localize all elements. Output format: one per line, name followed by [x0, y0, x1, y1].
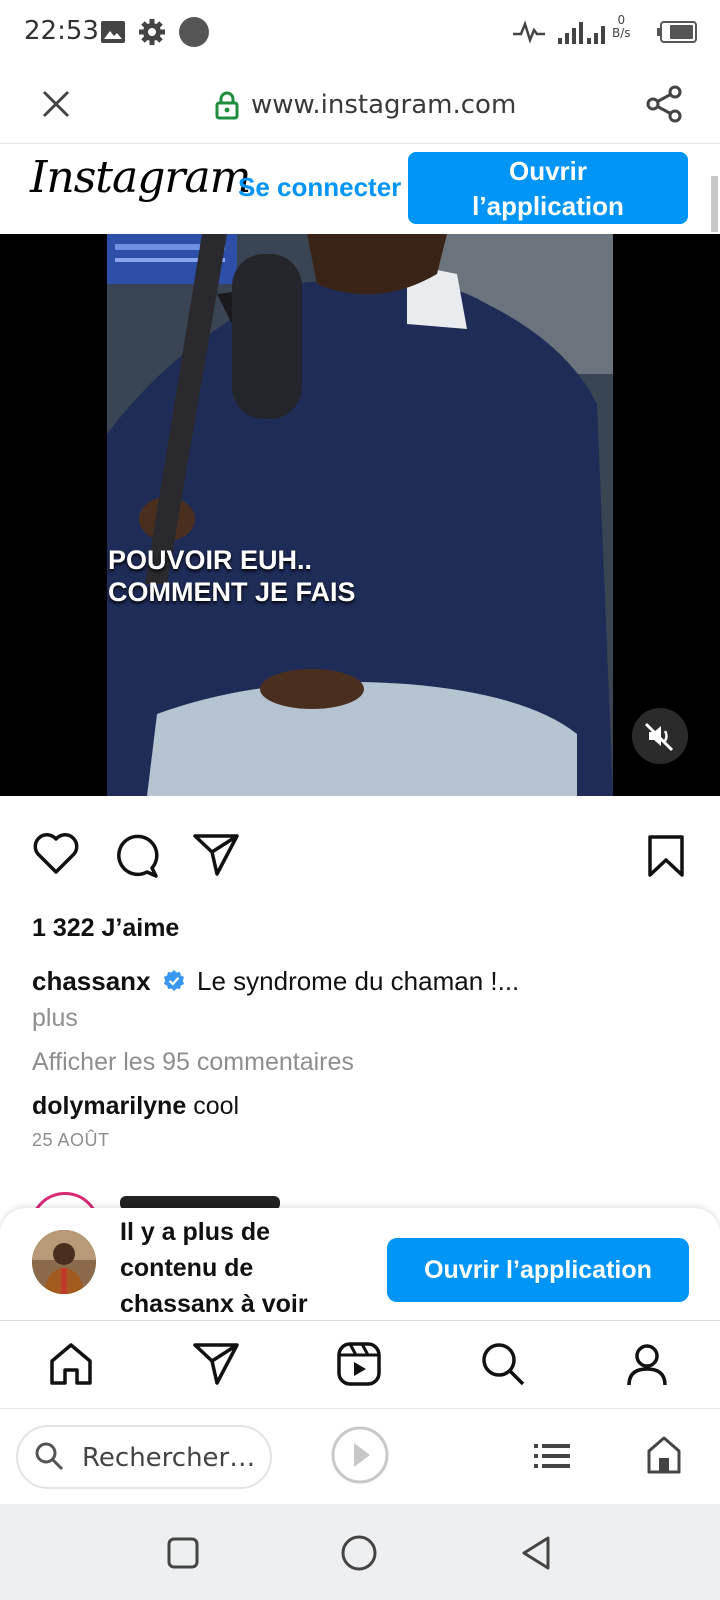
close-icon[interactable]	[40, 88, 72, 120]
browser-toolbar: Rechercher…	[0, 1408, 720, 1504]
instagram-bottom-nav	[0, 1320, 720, 1408]
android-nav-bar	[0, 1504, 720, 1600]
comment-icon[interactable]	[112, 832, 160, 878]
lock-icon	[215, 91, 239, 120]
video-player[interactable]: POUVOIR EUH.. COMMENT JE FAIS	[0, 234, 720, 796]
status-bar: 22:53 0 B/s	[0, 0, 720, 64]
instagram-header: Instagram Se connecter Ouvrir l’applicat…	[0, 144, 710, 234]
comment-username[interactable]: dolymarilyne	[32, 1092, 186, 1120]
clock: 22:53	[24, 16, 99, 46]
browser-url-bar: www.instagram.com	[0, 64, 720, 144]
share-icon[interactable]	[644, 84, 684, 124]
play-icon[interactable]	[330, 1425, 390, 1485]
search-icon	[35, 1442, 64, 1471]
post-date: 25 AOÛT	[32, 1130, 110, 1150]
open-app-label: Ouvrir l’application	[472, 155, 624, 221]
home-icon[interactable]	[646, 1435, 682, 1475]
video-caption: POUVOIR EUH.. COMMENT JE FAIS	[108, 544, 368, 608]
open-app-button[interactable]: Ouvrir l’application	[408, 152, 688, 224]
send-icon[interactable]	[192, 1341, 240, 1387]
likes-count[interactable]: 1 322 J’aime	[32, 914, 179, 943]
post-caption: chassanx Le syndrome du chaman !...	[32, 966, 519, 997]
comment-text: cool	[193, 1092, 240, 1120]
scrollbar[interactable]	[711, 176, 718, 232]
home-circle-icon[interactable]	[340, 1534, 378, 1572]
settings-icon	[139, 19, 165, 45]
search-icon[interactable]	[480, 1341, 526, 1387]
activity-icon	[513, 20, 545, 44]
back-icon[interactable]	[518, 1534, 554, 1572]
gallery-icon	[101, 21, 125, 43]
avatar-image	[32, 1230, 96, 1294]
comment: dolymarilyne cool	[32, 1092, 239, 1121]
battery-icon	[657, 21, 697, 43]
login-link[interactable]: Se connecter	[238, 172, 401, 203]
signal-icon	[558, 22, 605, 44]
dot-icon	[179, 17, 209, 47]
url-text[interactable]: www.instagram.com	[251, 90, 516, 120]
more-link[interactable]: plus	[32, 1004, 78, 1033]
open-app-banner: Il y a plus de contenu de chassanx à voi…	[0, 1208, 720, 1320]
post-caption-text: Le syndrome du chaman !...	[197, 966, 520, 996]
menu-list-icon[interactable]	[532, 1441, 572, 1471]
view-comments-link[interactable]: Afficher les 95 commentaires	[32, 1048, 354, 1077]
heart-icon[interactable]	[32, 832, 80, 876]
reels-icon[interactable]	[336, 1341, 382, 1387]
video-caption-line1: POUVOIR EUH..	[108, 545, 313, 575]
mute-button[interactable]	[632, 708, 688, 764]
network-speed: 0 B/s	[612, 14, 631, 40]
muted-speaker-icon	[644, 722, 674, 752]
verified-badge-icon	[163, 970, 184, 991]
browser-search-bar[interactable]: Rechercher…	[16, 1425, 272, 1489]
send-icon[interactable]	[192, 832, 240, 876]
open-app-button-bottom[interactable]: Ouvrir l’application	[387, 1238, 689, 1302]
recent-apps-icon[interactable]	[166, 1536, 200, 1570]
home-icon[interactable]	[48, 1341, 94, 1387]
video-still-image	[107, 234, 613, 796]
avatar	[32, 1230, 96, 1294]
instagram-logo[interactable]: Instagram	[30, 152, 251, 203]
search-placeholder: Rechercher…	[82, 1443, 256, 1473]
bookmark-icon[interactable]	[646, 834, 686, 878]
profile-icon[interactable]	[624, 1341, 670, 1387]
video-caption-line2: COMMENT JE FAIS	[108, 577, 356, 607]
video-frame	[107, 234, 613, 796]
network-speed-unit: B/s	[612, 26, 631, 40]
banner-text: Il y a plus de contenu de chassanx à voi…	[120, 1218, 308, 1318]
post-username[interactable]: chassanx	[32, 966, 151, 996]
